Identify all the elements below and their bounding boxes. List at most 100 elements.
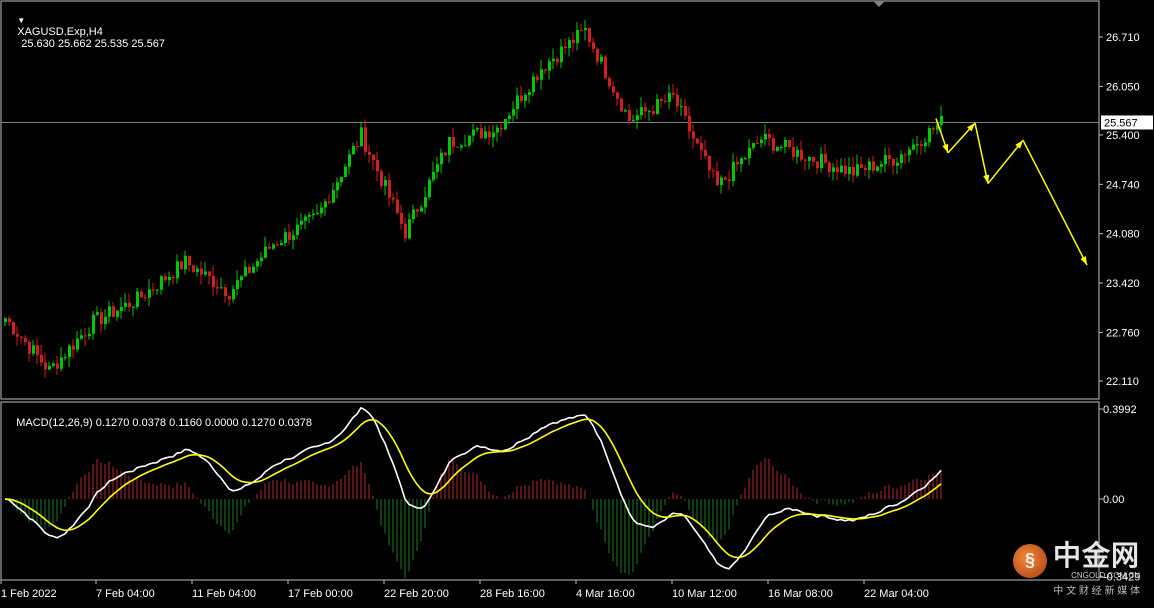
- candle-body: [916, 144, 919, 146]
- price-tick-label: 26.710: [1106, 32, 1140, 44]
- dropdown-triangle-icon[interactable]: ▼: [17, 16, 25, 25]
- candle-body: [648, 111, 651, 113]
- candle-body: [556, 58, 559, 63]
- candle-body: [452, 137, 455, 147]
- candle-body: [588, 27, 591, 43]
- candle-body: [196, 268, 199, 272]
- candle-body: [292, 235, 295, 240]
- candle-body: [528, 92, 531, 95]
- macd-label: MACD(12,26,9) 0.1270 0.0378 0.1160 0.000…: [16, 417, 313, 429]
- candle-body: [252, 266, 255, 273]
- candle-body: [584, 27, 587, 31]
- candle-body: [472, 129, 475, 136]
- candle-body: [144, 297, 147, 299]
- candle-body: [436, 164, 439, 172]
- cngold-logo-icon: §: [1012, 543, 1047, 578]
- candle-body: [460, 145, 463, 148]
- candle-body: [580, 29, 583, 31]
- candle-body: [132, 306, 135, 308]
- ohlc-values: 25.630 25.662 25.535 25.567: [21, 38, 165, 50]
- candle-body: [400, 213, 403, 224]
- candle-body: [64, 357, 67, 359]
- candle-body: [320, 207, 323, 214]
- candle-body: [308, 214, 311, 217]
- price-tick-label: 23.420: [1106, 278, 1140, 290]
- candle-body: [336, 182, 339, 191]
- candle-body: [216, 287, 219, 289]
- candle-body: [920, 144, 923, 147]
- candle-body: [376, 160, 379, 172]
- candle-body: [16, 334, 19, 337]
- candle-body: [676, 94, 679, 107]
- candle-body: [280, 242, 283, 245]
- candle-body: [448, 137, 451, 156]
- candle-body: [620, 98, 623, 112]
- candle-body: [388, 179, 391, 198]
- price-tick-label: 26.050: [1106, 81, 1140, 93]
- candle-body: [832, 167, 835, 172]
- candle-body: [736, 161, 739, 165]
- price-tick-label: 25.400: [1106, 130, 1140, 142]
- candle-body: [856, 164, 859, 176]
- candle-body: [40, 354, 43, 363]
- candle-body: [540, 69, 543, 80]
- candle-body: [244, 266, 247, 277]
- candle-body: [768, 133, 771, 139]
- candle-body: [868, 161, 871, 170]
- candle-body: [928, 128, 931, 143]
- candle-body: [312, 213, 315, 215]
- price-panel-frame: [0, 0, 1100, 400]
- chart-window[interactable]: 26.710 26.050 25.400 24.740 24.080 23.420 22.7…: [0, 0, 1154, 603]
- candle-body: [404, 223, 407, 239]
- candle-body: [520, 95, 523, 101]
- candle-body: [56, 363, 59, 369]
- candle-body: [264, 246, 267, 258]
- candle-body: [432, 171, 435, 180]
- candle-body: [592, 42, 595, 49]
- candle-body: [812, 156, 815, 162]
- candle-body: [164, 276, 167, 281]
- watermark: § 中金网 CNGOLD.COM.CN 中 文 财 经 新 媒 体: [1012, 540, 1140, 597]
- candle-body: [940, 115, 943, 125]
- candle-body: [892, 158, 895, 166]
- candle-body: [564, 46, 567, 49]
- candle-body: [500, 127, 503, 130]
- candle-body: [504, 118, 507, 130]
- candle-body: [888, 154, 891, 159]
- candle-body: [860, 164, 863, 169]
- candle-body: [616, 92, 619, 99]
- candle-body: [572, 39, 575, 44]
- symbol-label: XAGUSD.Exp,H4: [17, 26, 103, 38]
- candles-group: [4, 19, 943, 378]
- candle-body: [104, 316, 107, 325]
- candle-body: [396, 199, 399, 214]
- candle-body: [440, 152, 443, 165]
- candle-body: [688, 115, 691, 132]
- candle-body: [380, 171, 383, 186]
- candle-body: [760, 139, 763, 144]
- candle-body: [512, 109, 515, 116]
- candle-body: [296, 224, 299, 236]
- candle-body: [392, 197, 395, 200]
- forecast-arrowhead-icon: [1080, 256, 1087, 266]
- candle-body: [220, 287, 223, 289]
- candle-body: [696, 138, 699, 144]
- candle-body: [800, 149, 803, 160]
- candle-body: [192, 265, 195, 272]
- candle-body: [36, 345, 39, 355]
- candle-body: [668, 92, 671, 102]
- candle-body: [148, 289, 151, 298]
- candle-body: [672, 92, 675, 95]
- brand-name: 中金网: [1052, 540, 1140, 571]
- candle-body: [600, 56, 603, 62]
- candle-body: [496, 127, 499, 133]
- candle-body: [240, 276, 243, 281]
- candle-body: [116, 311, 119, 317]
- candle-body: [300, 220, 303, 225]
- candle-body: [612, 86, 615, 93]
- macd-tick-label: 0.3992: [1103, 404, 1137, 416]
- time-tick-label: 11 Feb 04:00: [192, 588, 256, 600]
- candle-body: [384, 179, 387, 186]
- candle-body: [900, 154, 903, 163]
- candle-body: [304, 216, 307, 221]
